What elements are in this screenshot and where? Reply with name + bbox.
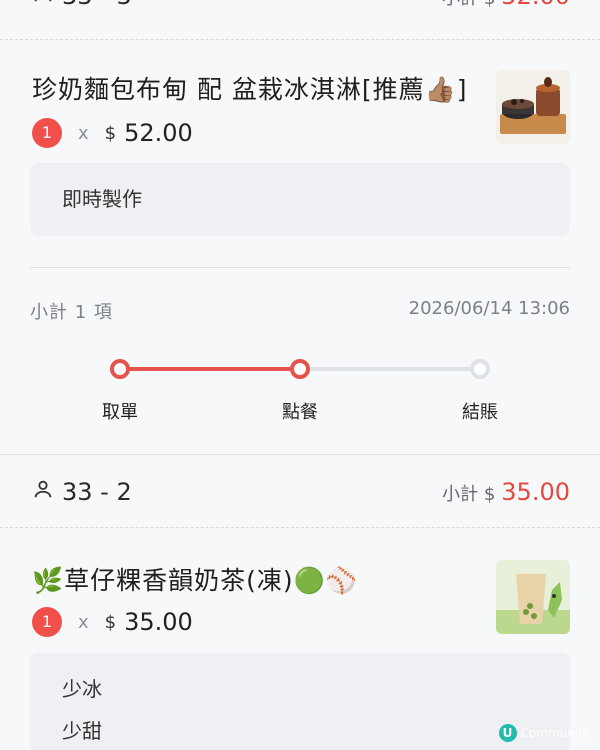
note-text: 即時製作	[62, 187, 142, 211]
order-card-1: 33 - 3 小計 $ 52.00 珍奶麵包布甸 配 盆栽冰淇淋[推薦👍🏽] 1…	[0, 0, 600, 455]
step-label-ordered: 點餐	[282, 402, 318, 423]
order-progress-stepper: 取單 點餐 結賬	[0, 358, 600, 428]
order-header: 33 - 2 小計 $ 35.00	[0, 456, 600, 528]
watermark: U Community	[498, 724, 590, 742]
item-name: 🌿草仔粿香韻奶茶(凍)🟢⚾	[32, 566, 358, 595]
item-notes: 即時製作	[30, 163, 570, 236]
item-price: 35.00	[124, 608, 193, 636]
community-logo: U	[498, 724, 517, 742]
item-count: 小計 1 項	[30, 302, 113, 323]
item-price: 52.00	[124, 119, 193, 147]
person-icon	[32, 478, 54, 506]
order-header: 33 - 3 小計 $ 52.00	[0, 0, 600, 40]
quantity-badge: 1	[32, 118, 62, 148]
item-name: 珍奶麵包布甸 配 盆栽冰淇淋[推薦👍🏽]	[32, 75, 468, 104]
quantity-badge: 1	[32, 607, 62, 637]
step-dot-checkout	[470, 359, 490, 379]
step-dot-ordered	[290, 359, 310, 379]
table-info: 33 - 2	[32, 478, 132, 506]
subtotal-amount: 35.00	[501, 478, 570, 506]
milk-tea-image[interactable]	[496, 560, 570, 634]
note-text: 少冰	[62, 677, 102, 701]
note-text: 少甜	[62, 719, 102, 743]
step-dot-taken	[110, 359, 130, 379]
item-notes: 少冰 少甜	[30, 653, 570, 750]
table-number: 33 - 3	[62, 0, 132, 10]
order-subtotal: 小計 $ 52.00	[442, 0, 570, 10]
order-subtotal: 小計 $ 35.00	[442, 478, 570, 506]
currency-sign: $	[104, 122, 117, 144]
table-number: 33 - 2	[62, 478, 132, 506]
progress-line-inactive	[300, 367, 480, 371]
progress-line-active	[120, 367, 300, 371]
order-card-2: 33 - 2 小計 $ 35.00 🌿草仔粿香韻奶茶(凍)🟢⚾ 1 x $ 35…	[0, 456, 600, 750]
table-info: 33 - 3	[32, 0, 132, 10]
times-sign: x	[78, 122, 89, 144]
subtotal-label: 小計 $	[442, 484, 496, 505]
subtotal-amount: 52.00	[501, 0, 570, 10]
dessert-image[interactable]	[496, 70, 570, 144]
currency-sign: $	[104, 611, 117, 633]
step-label-taken: 取單	[102, 402, 138, 423]
subtotal-label: 小計 $	[442, 0, 495, 10]
quantity-row: 1 x $ 35.00	[32, 607, 193, 637]
step-label-checkout: 結賬	[462, 402, 498, 423]
person-icon	[32, 0, 54, 10]
times-sign: x	[78, 611, 89, 633]
quantity-row: 1 x $ 52.00	[32, 118, 193, 148]
watermark-text: Community	[520, 726, 590, 740]
divider	[30, 267, 570, 268]
order-datetime: 2026/06/14 13:06	[408, 298, 570, 319]
